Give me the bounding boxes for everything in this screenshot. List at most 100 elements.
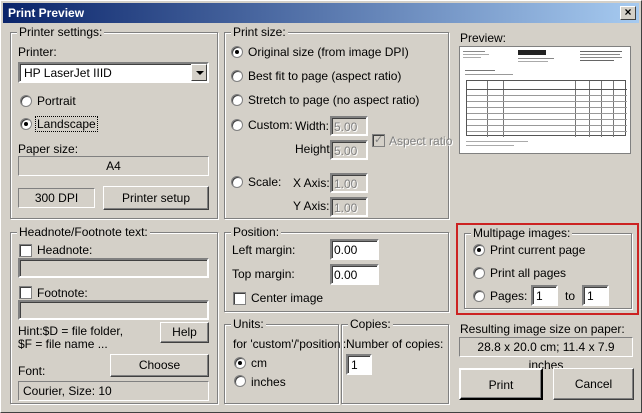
result-value: 28.8 x 20.0 cm; 11.4 x 7.9 inches bbox=[459, 337, 633, 372]
stretch-radio[interactable] bbox=[231, 94, 243, 106]
x-axis-value: 1.00 bbox=[334, 177, 358, 191]
aspect-ratio-checkbox[interactable] bbox=[372, 133, 385, 147]
y-axis-value: 1.00 bbox=[334, 201, 358, 215]
width-label: Width: bbox=[295, 119, 330, 133]
choose-font-button[interactable]: Choose bbox=[110, 354, 209, 377]
cm-label[interactable]: cm bbox=[251, 356, 267, 370]
y-axis-label: Y Axis: bbox=[293, 199, 330, 213]
print-all-pages-radio[interactable] bbox=[473, 267, 485, 279]
headnote-input[interactable] bbox=[18, 258, 209, 278]
pages-range-radio[interactable] bbox=[473, 290, 485, 302]
print-current-page-label[interactable]: Print current page bbox=[490, 243, 585, 257]
inches-label[interactable]: inches bbox=[251, 375, 286, 389]
top-margin-input[interactable]: 0.00 bbox=[330, 264, 379, 285]
y-axis-input[interactable]: 1.00 bbox=[330, 197, 368, 217]
width-value: 5.00 bbox=[334, 120, 358, 134]
stretch-label[interactable]: Stretch to page (no aspect ratio) bbox=[248, 93, 419, 107]
copies-group: Copies: Number of copies: 1 bbox=[341, 317, 449, 404]
units-legend: Units: bbox=[231, 317, 266, 331]
scale-radio[interactable] bbox=[231, 176, 243, 188]
original-size-radio[interactable] bbox=[231, 46, 243, 58]
position-legend: Position: bbox=[231, 225, 282, 239]
footnote-input[interactable] bbox=[18, 300, 209, 320]
dpi-value: 300 DPI bbox=[18, 188, 95, 208]
printer-select[interactable]: HP LaserJet IIID bbox=[18, 62, 209, 83]
pages-label[interactable]: Pages: bbox=[490, 289, 527, 303]
print-label: Print bbox=[488, 378, 514, 392]
print-current-page-radio[interactable] bbox=[473, 244, 485, 256]
headnote-footnote-group: Headnote/Footnote text: Headnote: Footno… bbox=[10, 225, 218, 404]
printer-setup-label: Printer setup bbox=[121, 191, 191, 205]
help-button[interactable]: Help bbox=[160, 322, 209, 343]
preview-table bbox=[466, 80, 627, 137]
center-image-checkbox[interactable] bbox=[233, 292, 246, 305]
copies-number-label: Number of copies: bbox=[346, 337, 444, 351]
font-value: Courier, Size: 10 bbox=[18, 381, 209, 401]
choose-label: Choose bbox=[138, 358, 181, 372]
paper-size-label: Paper size: bbox=[18, 142, 79, 156]
printer-settings-legend: Printer settings: bbox=[17, 25, 105, 39]
hint-line-1: Hint:$D = file folder, bbox=[18, 324, 124, 338]
window-title: Print Preview bbox=[8, 6, 85, 20]
copies-value: 1 bbox=[351, 358, 358, 372]
printer-select-value: HP LaserJet IIID bbox=[24, 66, 112, 80]
cm-radio[interactable] bbox=[234, 357, 246, 369]
footnote-label[interactable]: Footnote: bbox=[37, 286, 88, 300]
multipage-group: Multipage images: Print current page Pri… bbox=[464, 226, 632, 309]
left-margin-input[interactable]: 0.00 bbox=[330, 239, 379, 260]
cancel-label: Cancel bbox=[574, 377, 613, 391]
preview-thumbnail bbox=[459, 46, 631, 154]
preview-header-block bbox=[463, 50, 491, 62]
headnote-checkbox[interactable] bbox=[19, 244, 32, 257]
pages-to-value: 1 bbox=[587, 289, 594, 303]
left-margin-label: Left margin: bbox=[232, 243, 296, 257]
custom-radio[interactable] bbox=[231, 119, 243, 131]
best-fit-label[interactable]: Best fit to page (aspect ratio) bbox=[248, 69, 401, 83]
multipage-legend: Multipage images: bbox=[471, 226, 573, 240]
landscape-label[interactable]: Landscape bbox=[35, 116, 98, 132]
inches-radio[interactable] bbox=[234, 375, 246, 387]
portrait-radio[interactable] bbox=[20, 95, 32, 107]
top-margin-value: 0.00 bbox=[334, 268, 358, 282]
footnote-checkbox[interactable] bbox=[19, 286, 32, 299]
height-label: Height: bbox=[295, 142, 334, 156]
chevron-down-icon[interactable] bbox=[191, 64, 207, 81]
height-input[interactable]: 5.00 bbox=[330, 140, 368, 160]
pages-to-input[interactable]: 1 bbox=[582, 285, 609, 306]
original-size-label[interactable]: Original size (from image DPI) bbox=[248, 45, 409, 59]
portrait-label[interactable]: Portrait bbox=[37, 94, 76, 108]
headnote-label[interactable]: Headnote: bbox=[37, 243, 92, 257]
top-margin-label: Top margin: bbox=[232, 267, 295, 281]
copies-legend: Copies: bbox=[348, 317, 393, 331]
pages-from-input[interactable]: 1 bbox=[531, 285, 558, 306]
copies-input[interactable]: 1 bbox=[346, 354, 372, 375]
printer-settings-group: Printer settings: Printer: HP LaserJet I… bbox=[10, 25, 218, 219]
center-image-label[interactable]: Center image bbox=[251, 291, 323, 305]
help-label: Help bbox=[172, 325, 197, 339]
result-label: Resulting image size on paper: bbox=[460, 322, 625, 336]
width-input[interactable]: 5.00 bbox=[330, 116, 368, 136]
print-preview-window: Print Preview × Printer settings: Printe… bbox=[0, 0, 642, 413]
x-axis-label: X Axis: bbox=[293, 176, 330, 190]
x-axis-input[interactable]: 1.00 bbox=[330, 173, 368, 193]
font-label: Font: bbox=[18, 364, 46, 378]
headnote-footnote-legend: Headnote/Footnote text: bbox=[17, 225, 150, 239]
close-icon: × bbox=[624, 5, 632, 19]
print-size-group: Print size: Original size (from image DP… bbox=[224, 25, 452, 219]
best-fit-radio[interactable] bbox=[231, 70, 243, 82]
height-value: 5.00 bbox=[334, 144, 358, 158]
printer-setup-button[interactable]: Printer setup bbox=[103, 186, 209, 210]
hint-line-2: $F = file name ... bbox=[18, 337, 108, 351]
print-button[interactable]: Print bbox=[459, 368, 543, 400]
custom-label[interactable]: Custom: bbox=[248, 118, 293, 132]
pages-from-value: 1 bbox=[536, 289, 543, 303]
cancel-button[interactable]: Cancel bbox=[553, 368, 634, 400]
left-margin-value: 0.00 bbox=[334, 243, 358, 257]
close-button[interactable]: × bbox=[620, 6, 636, 20]
scale-label[interactable]: Scale: bbox=[248, 175, 281, 189]
paper-size-value: A4 bbox=[18, 156, 209, 176]
landscape-radio[interactable] bbox=[20, 118, 32, 130]
units-for-label: for 'custom'/'position': bbox=[233, 337, 347, 351]
aspect-ratio-label[interactable]: Aspect ratio bbox=[389, 134, 452, 148]
print-all-pages-label[interactable]: Print all pages bbox=[490, 266, 566, 280]
